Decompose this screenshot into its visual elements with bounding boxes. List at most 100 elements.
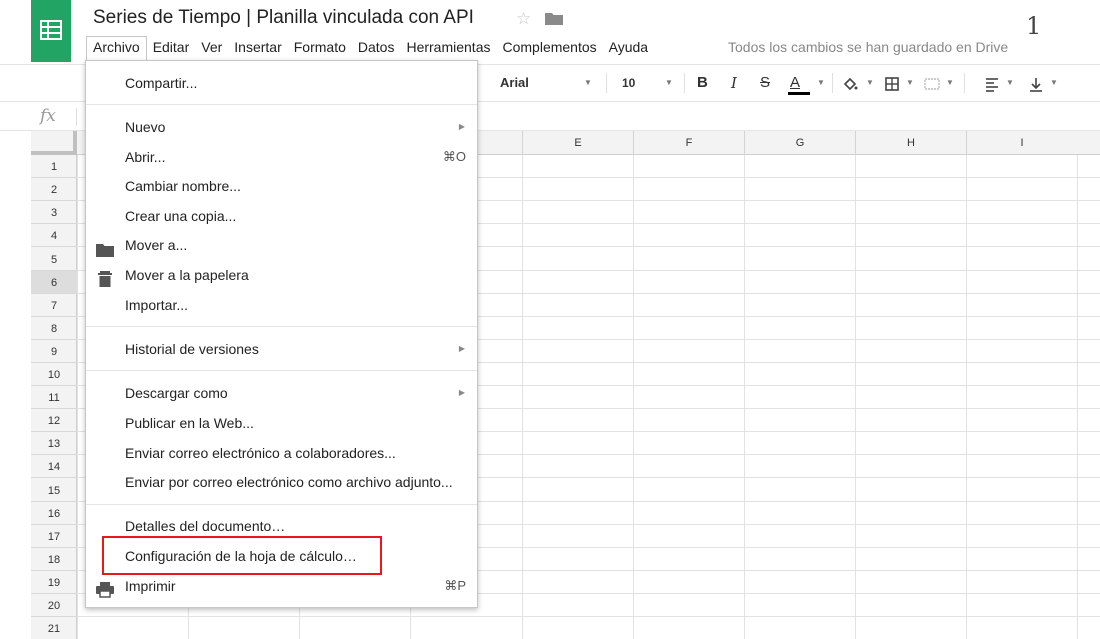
printer-icon: [96, 579, 114, 598]
menu-item-rename[interactable]: Cambiar nombre...: [86, 172, 477, 200]
grid-column-line: [1077, 155, 1078, 639]
menu-item-share[interactable]: Compartir...: [86, 69, 477, 97]
column-header-e[interactable]: E: [522, 131, 633, 155]
file-menu: Compartir... Nuevo ▶ Abrir... ⌘O Cambiar…: [85, 60, 478, 608]
row-header[interactable]: 16: [31, 502, 77, 525]
menu-item-label: Importar...: [125, 297, 189, 313]
menu-item-print[interactable]: Imprimir ⌘P: [86, 572, 477, 600]
row-header[interactable]: 11: [31, 386, 77, 409]
menu-item-trash[interactable]: Mover a la papelera: [86, 261, 477, 289]
menu-item-label: Cambiar nombre...: [125, 178, 241, 194]
row-header[interactable]: 18: [31, 548, 77, 571]
fill-color-icon[interactable]: [842, 65, 858, 101]
toolbar-divider: [684, 73, 685, 93]
row-header[interactable]: 20: [31, 594, 77, 617]
sheets-logo[interactable]: [31, 0, 71, 62]
menu-item-email-collaborators[interactable]: Enviar correo electrónico a colaboradore…: [86, 439, 477, 467]
text-color-caret-icon[interactable]: ▼: [817, 65, 825, 101]
text-color-swatch: [788, 92, 810, 95]
row-header[interactable]: 15: [31, 478, 77, 502]
menu-item-publish-web[interactable]: Publicar en la Web...: [86, 409, 477, 437]
menu-archivo[interactable]: Archivo: [86, 36, 147, 62]
grid-row-line: [77, 616, 1100, 617]
page-number: 1: [1026, 12, 1042, 40]
row-header[interactable]: 9: [31, 340, 77, 363]
font-size-caret-icon[interactable]: ▼: [665, 65, 673, 101]
row-header[interactable]: 1: [31, 155, 77, 178]
borders-caret-icon[interactable]: ▼: [906, 65, 914, 101]
grid-column-line: [77, 155, 78, 639]
menu-ver[interactable]: Ver: [195, 36, 228, 60]
row-header[interactable]: 17: [31, 525, 77, 548]
menu-item-new[interactable]: Nuevo ▶: [86, 113, 477, 141]
menu-item-move[interactable]: Mover a...: [86, 231, 477, 259]
row-header[interactable]: 13: [31, 432, 77, 455]
menu-item-open[interactable]: Abrir... ⌘O: [86, 143, 477, 171]
font-size-select[interactable]: 10: [622, 65, 635, 101]
row-header[interactable]: 8: [31, 317, 77, 340]
column-header-h[interactable]: H: [855, 131, 966, 155]
menu-item-label: Enviar correo electrónico a colaboradore…: [125, 445, 396, 461]
menu-item-label: Imprimir: [125, 578, 176, 594]
menu-item-make-copy[interactable]: Crear una copia...: [86, 202, 477, 230]
font-family-caret-icon[interactable]: ▼: [584, 65, 592, 101]
menu-item-label: Nuevo: [125, 119, 166, 135]
fill-color-caret-icon[interactable]: ▼: [866, 65, 874, 101]
menu-editar[interactable]: Editar: [147, 36, 196, 60]
row-header[interactable]: 6: [31, 271, 77, 294]
vertical-align-caret-icon[interactable]: ▼: [1050, 65, 1058, 101]
save-status[interactable]: Todos los cambios se han guardado en Dri…: [728, 39, 1008, 55]
row-header[interactable]: 21: [31, 617, 77, 639]
row-header[interactable]: 14: [31, 455, 77, 478]
menu-divider: [86, 370, 477, 371]
menu-item-download-as[interactable]: Descargar como ▶: [86, 379, 477, 407]
menu-item-email-attachment[interactable]: Enviar por correo electrónico como archi…: [86, 468, 477, 496]
row-header[interactable]: 2: [31, 178, 77, 201]
menu-herramientas[interactable]: Herramientas: [400, 36, 496, 60]
menu-divider: [86, 504, 477, 505]
vertical-align-icon[interactable]: [1028, 65, 1044, 101]
grid-column-line: [855, 155, 856, 639]
highlight-box: [102, 536, 382, 575]
menu-item-label: Descargar como: [125, 385, 228, 401]
font-family-select[interactable]: Arial: [500, 65, 529, 101]
italic-button[interactable]: I: [731, 65, 737, 101]
document-title[interactable]: Series de Tiempo | Planilla vinculada co…: [93, 7, 474, 29]
menu-datos[interactable]: Datos: [352, 36, 401, 60]
row-header[interactable]: 5: [31, 247, 77, 271]
row-header[interactable]: 7: [31, 294, 77, 317]
menu-complementos[interactable]: Complementos: [496, 36, 602, 60]
text-color-button[interactable]: A: [790, 65, 800, 101]
row-header[interactable]: 19: [31, 571, 77, 594]
strikethrough-button[interactable]: S: [760, 65, 770, 101]
folder-icon: [96, 238, 114, 257]
column-header-f[interactable]: F: [633, 131, 744, 155]
align-caret-icon[interactable]: ▼: [1006, 65, 1014, 101]
merge-cells-icon[interactable]: [924, 65, 940, 101]
row-header[interactable]: 10: [31, 363, 77, 386]
menu-ayuda[interactable]: Ayuda: [603, 36, 654, 60]
menu-item-import[interactable]: Importar...: [86, 291, 477, 319]
folder-icon[interactable]: [545, 12, 563, 30]
merge-caret-icon[interactable]: ▼: [946, 65, 954, 101]
star-icon[interactable]: ☆: [516, 9, 531, 29]
toolbar-divider: [606, 73, 607, 93]
trash-icon: [96, 268, 114, 287]
select-all-corner[interactable]: [31, 131, 77, 155]
menu-insertar[interactable]: Insertar: [228, 36, 287, 60]
column-header-i[interactable]: I: [966, 131, 1077, 155]
bold-button[interactable]: B: [697, 65, 708, 101]
row-header[interactable]: 4: [31, 224, 77, 247]
column-header-g[interactable]: G: [744, 131, 855, 155]
menu-item-version-history[interactable]: Historial de versiones ▶: [86, 335, 477, 363]
row-header[interactable]: 12: [31, 409, 77, 432]
borders-icon[interactable]: [884, 65, 900, 101]
row-header[interactable]: 3: [31, 201, 77, 224]
menu-item-label: Enviar por correo electrónico como archi…: [125, 474, 453, 490]
menu-formato[interactable]: Formato: [288, 36, 352, 60]
submenu-arrow-icon: ▶: [458, 122, 465, 131]
menu-item-label: Compartir...: [125, 75, 198, 91]
menu-item-label: Historial de versiones: [125, 341, 259, 357]
menu-item-label: Mover a la papelera: [125, 267, 249, 283]
align-left-icon[interactable]: [984, 65, 1000, 101]
